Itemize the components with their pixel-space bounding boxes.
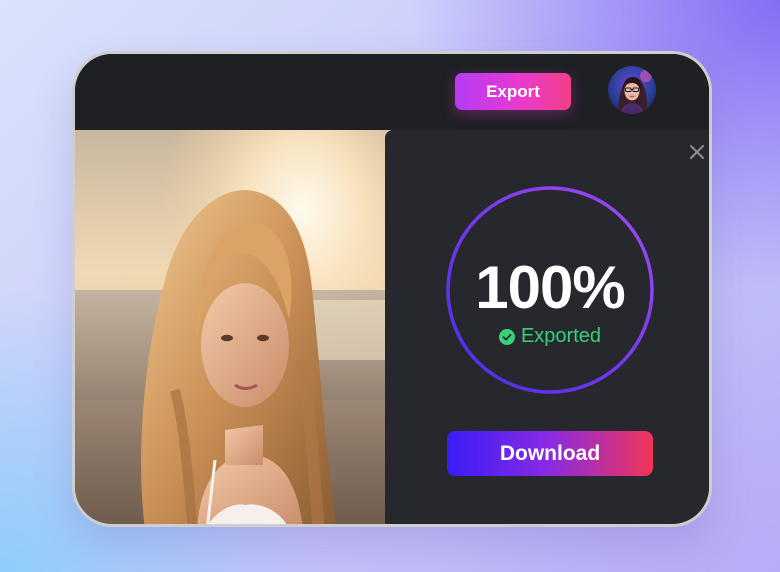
download-button-label: Download (499, 441, 601, 465)
export-button[interactable]: Export (455, 73, 571, 110)
export-status: Exported (385, 325, 709, 348)
close-button[interactable] (687, 142, 707, 162)
close-icon (690, 145, 704, 159)
user-avatar[interactable] (608, 66, 656, 114)
download-button[interactable]: Download (447, 431, 653, 476)
app-window: Export 100% Exported Download (72, 51, 712, 527)
export-dialog: 100% Exported Download (385, 130, 709, 524)
top-toolbar: Export (75, 54, 709, 130)
photo-preview (75, 130, 391, 524)
progress-percent: 100% (475, 254, 625, 321)
export-status-label: Exported (520, 325, 602, 347)
export-button-label: Export (486, 81, 540, 101)
avatar-image (608, 66, 656, 114)
beach-portrait-image (75, 130, 391, 524)
check-circle-icon (498, 328, 515, 345)
